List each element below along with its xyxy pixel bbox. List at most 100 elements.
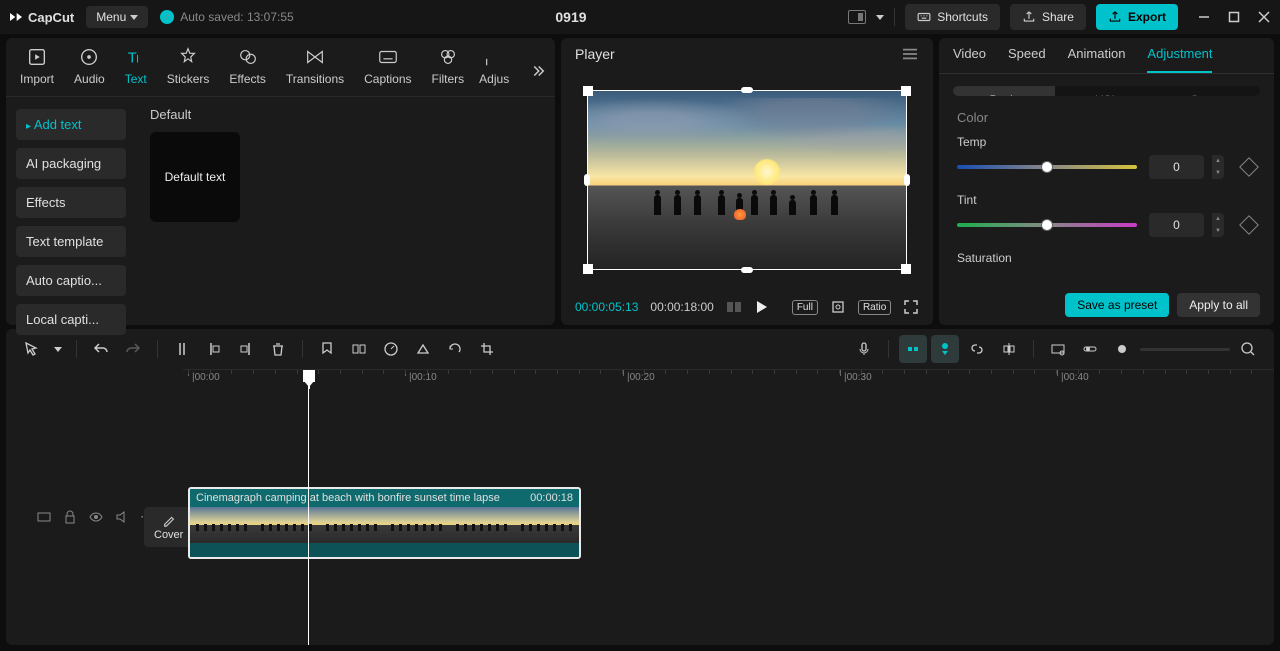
redo-button[interactable] [119, 335, 147, 363]
lock-icon[interactable] [62, 509, 78, 525]
audio-icon [78, 46, 100, 68]
prop-tab-video[interactable]: Video [953, 46, 986, 73]
menu-button[interactable]: Menu [86, 6, 148, 28]
zoom-slider[interactable] [1140, 348, 1230, 351]
window-maximize-button[interactable] [1226, 9, 1242, 25]
tint-spin-down[interactable]: ▼ [1212, 225, 1224, 237]
tab-text[interactable]: TIText [115, 46, 157, 96]
prop-tab-animation[interactable]: Animation [1068, 46, 1126, 73]
tab-filters[interactable]: Filters [422, 46, 475, 96]
expand-icon[interactable] [36, 509, 52, 525]
sidemenu-ai-packaging[interactable]: AI packaging [16, 148, 126, 179]
autosave-status: ✓ Auto saved: 13:07:55 [160, 10, 293, 24]
tint-slider[interactable] [957, 223, 1137, 227]
window-minimize-button[interactable] [1196, 9, 1212, 25]
tint-label: Tint [957, 193, 1256, 207]
temp-spin-up[interactable]: ▲ [1212, 155, 1224, 167]
sub-tab-basic[interactable]: Basic [953, 86, 1055, 96]
default-text-card[interactable]: Default text [150, 132, 240, 222]
temp-slider[interactable] [957, 165, 1137, 169]
align-tool[interactable] [995, 335, 1023, 363]
resize-handle-tl[interactable] [583, 86, 593, 96]
tracks-content[interactable]: Cinemagraph camping at beach with bonfir… [183, 389, 1274, 645]
tab-adjust[interactable]: Adjus [474, 46, 514, 96]
sidemenu-local-captions[interactable]: Local capti... [16, 304, 126, 335]
share-icon [1022, 10, 1036, 24]
temp-keyframe[interactable] [1239, 157, 1259, 177]
content-area: Default Default text [136, 97, 555, 347]
tool-tabs: Import Audio TIText Stickers Effects Tra… [6, 38, 555, 97]
preview-tool[interactable] [1044, 335, 1072, 363]
apply-all-button[interactable]: Apply to all [1177, 293, 1260, 317]
player-panel: Player [561, 38, 933, 325]
tint-spin-up[interactable]: ▲ [1212, 213, 1224, 225]
content-heading: Default [150, 107, 541, 122]
compare-icon[interactable] [726, 299, 742, 315]
mic-tool[interactable] [850, 335, 878, 363]
prop-tab-adjustment[interactable]: Adjustment [1147, 46, 1212, 73]
video-clip[interactable]: Cinemagraph camping at beach with bonfir… [188, 487, 581, 559]
resize-handle-tr[interactable] [901, 86, 911, 96]
sub-tab-curves[interactable]: Curves [1158, 86, 1260, 96]
tint-value[interactable]: 0 [1149, 213, 1204, 237]
fullscreen-icon[interactable] [903, 299, 919, 315]
sidemenu-text-template[interactable]: Text template [16, 226, 126, 257]
keyboard-icon [917, 10, 931, 24]
autosave-check-icon: ✓ [160, 10, 174, 24]
sidemenu-add-text[interactable]: Add text [16, 109, 126, 140]
tab-import[interactable]: Import [10, 46, 64, 96]
prop-tab-speed[interactable]: Speed [1008, 46, 1046, 73]
export-button[interactable]: Export [1096, 4, 1178, 30]
tabs-more-button[interactable] [525, 58, 551, 84]
player-menu-icon[interactable] [901, 47, 919, 61]
tab-stickers[interactable]: Stickers [157, 46, 220, 96]
sub-tab-hsl[interactable]: HSL [1055, 86, 1157, 96]
window-close-button[interactable] [1256, 9, 1272, 25]
playhead-ruler[interactable] [308, 370, 310, 389]
playhead-line[interactable] [308, 389, 309, 645]
ratio-button[interactable]: Ratio [858, 300, 891, 315]
player-title: Player [575, 46, 615, 62]
export-icon [1108, 10, 1122, 24]
share-button[interactable]: Share [1010, 4, 1086, 30]
text-sidemenu: Add text AI packaging Effects Text templ… [6, 97, 136, 347]
shortcuts-button[interactable]: Shortcuts [905, 4, 1000, 30]
eye-icon[interactable] [88, 509, 104, 525]
temp-spin-down[interactable]: ▼ [1212, 167, 1224, 179]
scale-icon[interactable] [830, 299, 846, 315]
sidemenu-effects[interactable]: Effects [16, 187, 126, 218]
mute-icon[interactable] [114, 509, 130, 525]
export-label: Export [1128, 10, 1166, 24]
save-preset-button[interactable]: Save as preset [1065, 293, 1169, 317]
resize-handle-b[interactable] [741, 267, 753, 273]
tint-keyframe[interactable] [1239, 215, 1259, 235]
resize-handle-bl[interactable] [583, 264, 593, 274]
temp-slider-thumb[interactable] [1041, 161, 1053, 173]
play-button[interactable] [754, 299, 768, 315]
video-preview[interactable] [587, 90, 907, 270]
zoom-slider-thumb[interactable] [1108, 335, 1136, 363]
timeline-ruler[interactable]: |00:00 |00:10 |00:20 |00:30 |00:40 [183, 369, 1274, 389]
clip-duration: 00:00:18 [530, 492, 573, 504]
full-button[interactable]: Full [792, 300, 818, 315]
layout-dropdown-icon[interactable] [876, 15, 884, 20]
temp-value[interactable]: 0 [1149, 155, 1204, 179]
filters-icon [437, 46, 459, 68]
layout-toggle-icon[interactable] [848, 10, 866, 24]
tint-slider-thumb[interactable] [1041, 219, 1053, 231]
tab-captions[interactable]: Captions [354, 46, 421, 96]
sidemenu-auto-captions[interactable]: Auto captio... [16, 265, 126, 296]
share-label: Share [1042, 10, 1074, 24]
resize-handle-r[interactable] [904, 174, 910, 186]
tab-audio[interactable]: Audio [64, 46, 115, 96]
track-toggle[interactable] [1076, 335, 1104, 363]
resize-handle-br[interactable] [901, 264, 911, 274]
tab-transitions[interactable]: Transitions [276, 46, 354, 96]
snap-tool[interactable] [931, 335, 959, 363]
resize-handle-t[interactable] [741, 87, 753, 93]
link-tool[interactable] [963, 335, 991, 363]
zoom-fit[interactable] [1234, 335, 1262, 363]
magnet-tool[interactable] [899, 335, 927, 363]
resize-handle-l[interactable] [584, 174, 590, 186]
tab-effects[interactable]: Effects [219, 46, 275, 96]
